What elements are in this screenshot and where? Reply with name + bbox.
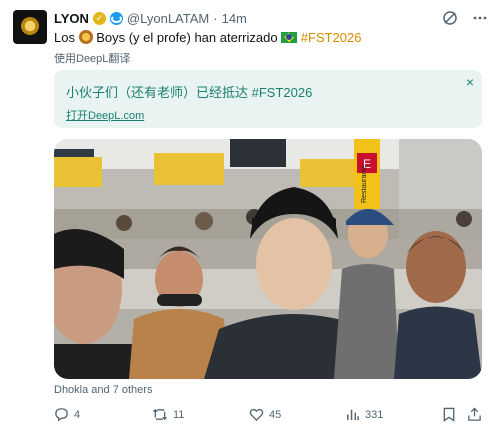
close-icon[interactable]: × <box>466 74 474 90</box>
reply-button[interactable]: 4 <box>54 407 80 422</box>
header-actions <box>442 10 488 26</box>
like-count: 45 <box>269 408 282 421</box>
tweet-header: LYON ✓ @LyonLATAM · 14m <box>54 11 247 26</box>
separator-dot: · <box>213 11 218 26</box>
deepl-open-link[interactable]: 打开DeepL.com <box>66 107 144 123</box>
brazil-flag-icon <box>281 32 298 43</box>
repost-button[interactable]: 11 <box>152 407 184 422</box>
views-count: 331 <box>365 408 384 421</box>
author-handle[interactable]: @LyonLATAM <box>127 11 209 26</box>
bookmark-button[interactable] <box>442 407 456 422</box>
tagged-users[interactable]: Dhokla and 7 others <box>54 384 152 396</box>
author-name[interactable]: LYON <box>54 11 89 26</box>
timestamp[interactable]: 14m <box>222 11 247 26</box>
translate-link[interactable]: 使用DeepL翻译 <box>54 50 130 66</box>
views-button[interactable]: 331 <box>345 407 383 422</box>
bookmark-icon <box>442 407 456 422</box>
repost-count: 11 <box>173 408 185 421</box>
sign-text: Restaurante <box>361 165 368 203</box>
verified-blue-icon <box>109 12 123 25</box>
tweet-photo[interactable]: E Restaurante <box>54 139 482 379</box>
hashtag-link[interactable]: #FST2026 <box>301 30 362 45</box>
deepl-translation-box: 小伙子们（还有老师）已经抵达 #FST2026 打开DeepL.com × <box>54 70 482 128</box>
tweet-text-part1: Los <box>54 30 79 45</box>
views-icon <box>345 407 360 422</box>
reply-count: 4 <box>74 408 81 421</box>
like-button[interactable]: 45 <box>249 407 281 422</box>
lion-logo-icon <box>20 17 40 37</box>
like-icon <box>249 407 264 422</box>
share-button[interactable] <box>467 407 482 422</box>
avatar[interactable] <box>13 10 47 44</box>
tweet-actions: 4 11 45 331 <box>54 407 482 425</box>
tweet-text-part2: Boys (y el profe) han aterrizado <box>92 30 282 45</box>
grok-icon[interactable] <box>442 10 458 26</box>
more-icon[interactable] <box>472 10 488 26</box>
tweet-text: Los Boys (y el profe) han aterrizado #FS… <box>54 30 362 45</box>
share-icon <box>467 407 482 422</box>
reply-icon <box>54 407 69 422</box>
lion-emoji-icon <box>78 30 93 44</box>
repost-icon <box>152 407 168 422</box>
verified-gold-icon: ✓ <box>92 12 106 25</box>
deepl-translation-text: 小伙子们（还有老师）已经抵达 #FST2026 <box>66 85 313 100</box>
